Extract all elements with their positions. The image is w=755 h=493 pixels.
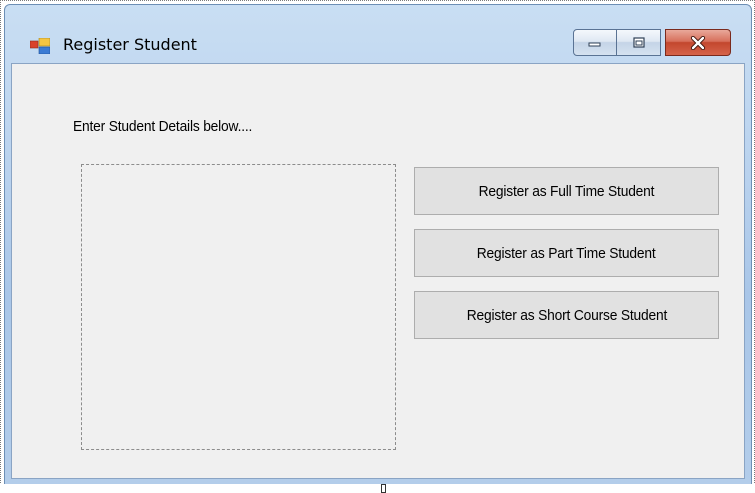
designer-canvas-edge [0,484,755,493]
maximize-icon [632,36,645,48]
windows-form-icon [30,38,50,54]
title-bar[interactable]: Register Student [5,5,751,61]
register-part-time-label: Register as Part Time Student [477,244,656,262]
register-part-time-button[interactable]: Register as Part Time Student [414,229,719,277]
register-full-time-label: Register as Full Time Student [478,182,655,200]
window-title: Register Student [63,35,197,54]
register-full-time-button[interactable]: Register as Full Time Student [414,167,719,215]
register-short-course-button[interactable]: Register as Short Course Student [414,291,719,339]
instruction-label: Enter Student Details below.... [73,118,253,135]
student-details-panel [81,164,396,450]
minimize-icon [588,42,601,46]
close-button[interactable] [665,29,731,56]
minimize-button[interactable] [573,29,617,56]
close-icon [690,35,706,50]
maximize-button[interactable] [617,29,661,56]
register-short-course-label: Register as Short Course Student [466,306,667,324]
resize-handle[interactable] [381,484,386,493]
